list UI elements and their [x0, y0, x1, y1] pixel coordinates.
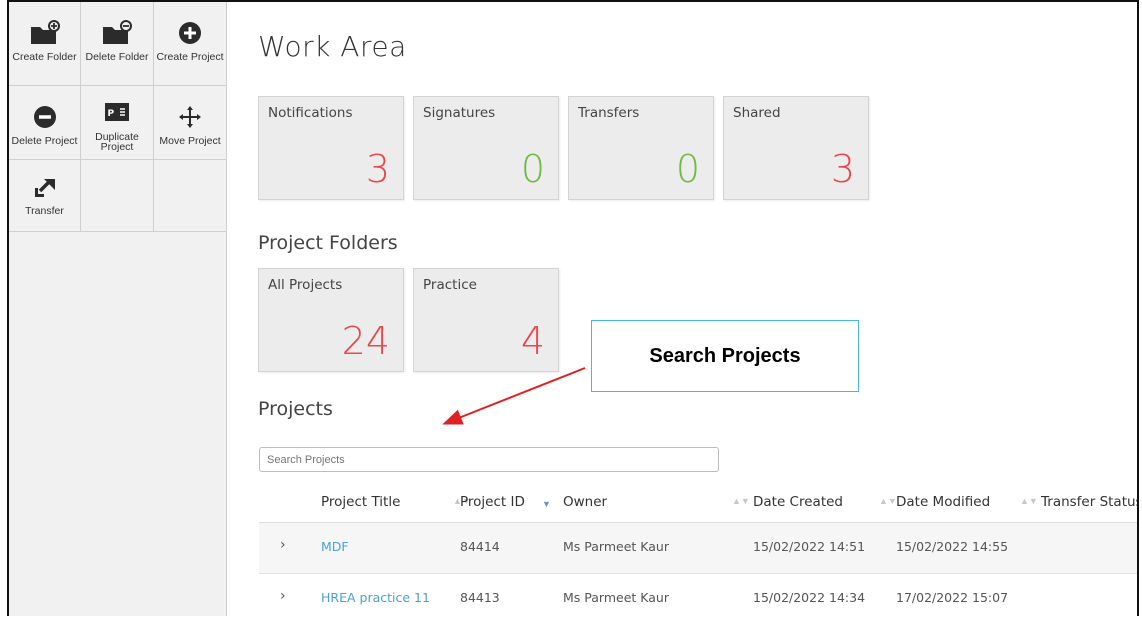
tile-label: Shared [733, 105, 781, 121]
create-folder-button[interactable]: Create Folder [9, 2, 81, 86]
delete-project-button[interactable]: Delete Project [9, 86, 81, 160]
table-row[interactable]: › MDF 84414 Ms Parmeet Kaur 15/02/2022 1… [259, 523, 1137, 574]
column-date-modified[interactable]: Date Modified [896, 494, 990, 510]
project-id: 84414 [460, 539, 500, 554]
folder-add-icon [30, 18, 60, 48]
work-area: Work Area Notifications 3 Signatures 0 T… [227, 2, 1137, 616]
tile-signatures[interactable]: Signatures 0 [413, 96, 559, 200]
project-id: 84413 [460, 590, 500, 605]
expand-chevron-icon[interactable]: › [280, 588, 286, 604]
duplicate-project-label: Duplicate Project [95, 131, 139, 153]
tile-label: Practice [423, 277, 477, 293]
move-project-button[interactable]: Move Project [154, 86, 227, 160]
minus-circle-icon [33, 102, 57, 132]
tile-count: 0 [520, 147, 545, 191]
app-window: Create Folder Delete Folder Create Proje… [7, 0, 1139, 616]
annotation-callout: Search Projects [591, 320, 859, 392]
duplicate-project-button[interactable]: P Duplicate Project [81, 86, 154, 160]
sort-desc-icon[interactable]: ▼ [542, 499, 551, 509]
transfer-label: Transfer [25, 205, 64, 217]
empty-tool-slot [154, 160, 227, 232]
column-date-created[interactable]: Date Created [753, 494, 843, 510]
project-folders-heading: Project Folders [258, 232, 398, 254]
folder-remove-icon [102, 18, 132, 48]
move-project-label: Move Project [159, 135, 221, 147]
sort-icon[interactable]: ▲▼ [879, 496, 897, 506]
tile-transfers[interactable]: Transfers 0 [568, 96, 714, 200]
create-project-button[interactable]: Create Project [154, 2, 227, 86]
tile-count: 4 [520, 319, 545, 363]
delete-project-label: Delete Project [11, 135, 78, 147]
project-title-link[interactable]: HREA practice 11 [321, 590, 430, 605]
delete-folder-label: Delete Folder [85, 51, 149, 63]
sidebar: Create Folder Delete Folder Create Proje… [9, 2, 227, 616]
tile-label: Transfers [578, 105, 640, 121]
tile-count: 3 [365, 147, 390, 191]
project-owner: Ms Parmeet Kaur [563, 590, 669, 605]
page-title: Work Area [258, 30, 407, 63]
project-title-link[interactable]: MDF [321, 539, 349, 554]
transfer-button[interactable]: Transfer [9, 160, 81, 232]
date-created: 15/02/2022 14:34 [753, 590, 866, 605]
folder-tile-all-projects[interactable]: All Projects 24 [258, 268, 404, 372]
transfer-icon [32, 172, 58, 202]
create-project-label: Create Project [156, 51, 224, 63]
tile-count: 24 [341, 319, 390, 363]
delete-folder-button[interactable]: Delete Folder [81, 2, 154, 86]
svg-text:P: P [108, 109, 115, 119]
column-project-id[interactable]: Project ID [460, 494, 525, 510]
project-owner: Ms Parmeet Kaur [563, 539, 669, 554]
tile-shared[interactable]: Shared 3 [723, 96, 869, 200]
date-modified: 17/02/2022 15:07 [896, 590, 1009, 605]
tile-label: Signatures [423, 105, 496, 121]
projects-heading: Projects [258, 398, 333, 420]
tile-label: Notifications [268, 105, 353, 121]
expand-chevron-icon[interactable]: › [280, 537, 286, 553]
date-modified: 15/02/2022 14:55 [896, 539, 1009, 554]
projects-table-header: Project Title ▲▼ Project ID ▼ Owner ▲▼ D… [259, 482, 1137, 523]
create-folder-label: Create Folder [12, 51, 77, 63]
column-owner[interactable]: Owner [563, 494, 607, 510]
date-created: 15/02/2022 14:51 [753, 539, 866, 554]
tile-count: 0 [675, 147, 700, 191]
tile-count: 3 [830, 147, 855, 191]
plus-circle-icon [178, 18, 202, 48]
column-transfer-status[interactable]: Transfer Status [1041, 494, 1137, 510]
sort-icon[interactable]: ▲▼ [732, 496, 750, 506]
column-project-title[interactable]: Project Title [321, 494, 400, 510]
action-toolbar: Create Folder Delete Folder Create Proje… [9, 2, 227, 232]
folder-tile-practice[interactable]: Practice 4 [413, 268, 559, 372]
table-row[interactable]: › HREA practice 11 84413 Ms Parmeet Kaur… [259, 574, 1137, 616]
duplicate-icon: P [104, 98, 130, 128]
move-icon [178, 102, 202, 132]
empty-tool-slot [81, 160, 154, 232]
sort-icon[interactable]: ▲▼ [1020, 496, 1038, 506]
tile-notifications[interactable]: Notifications 3 [258, 96, 404, 200]
tile-label: All Projects [268, 277, 343, 293]
search-projects-input[interactable] [259, 447, 719, 472]
